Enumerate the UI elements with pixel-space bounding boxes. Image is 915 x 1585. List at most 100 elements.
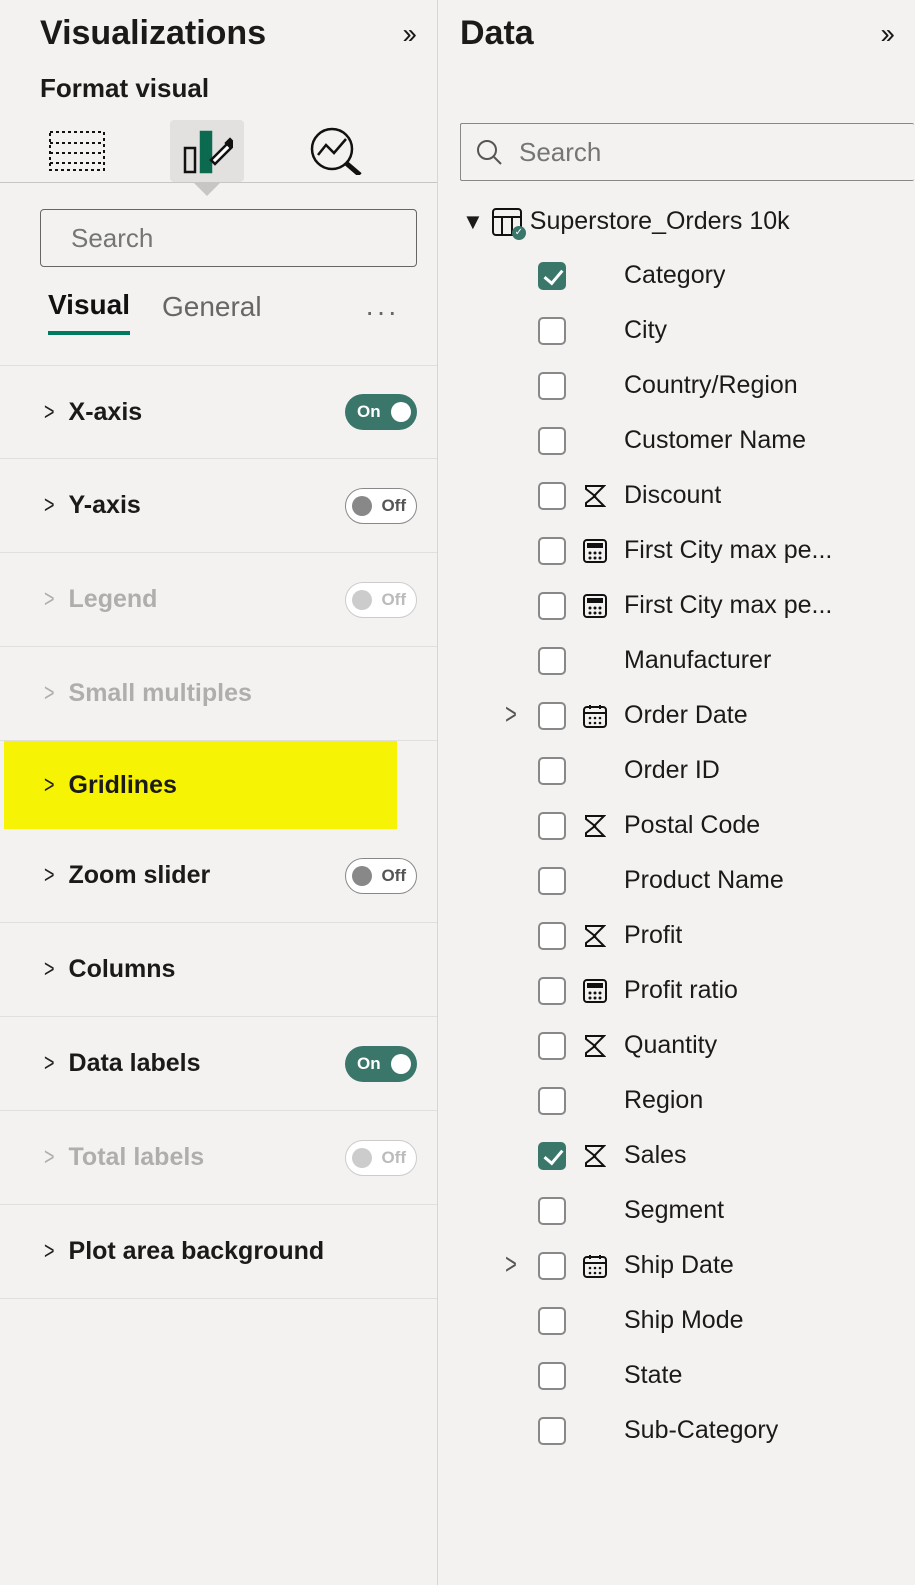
- toggle-switch[interactable]: On: [345, 394, 417, 430]
- field-label: State: [624, 1361, 682, 1390]
- field-checkbox[interactable]: [538, 977, 566, 1005]
- field-checkbox[interactable]: [538, 537, 566, 565]
- setting-label: Legend: [69, 585, 345, 614]
- field-label: Order ID: [624, 756, 720, 785]
- field-checkbox[interactable]: [538, 1197, 566, 1225]
- field-checkbox[interactable]: [538, 757, 566, 785]
- field-checkbox[interactable]: [538, 922, 566, 950]
- more-options-icon[interactable]: ···: [365, 296, 413, 328]
- setting-row[interactable]: >LegendOff: [0, 553, 437, 647]
- table-grid-icon: [49, 131, 105, 171]
- field-row[interactable]: >Profit: [438, 908, 915, 963]
- field-row[interactable]: >Postal Code: [438, 798, 915, 853]
- field-checkbox[interactable]: [538, 482, 566, 510]
- field-checkbox[interactable]: [538, 812, 566, 840]
- chevron-right-icon: >: [44, 585, 55, 614]
- toggle-switch[interactable]: On: [345, 1046, 417, 1082]
- calendar-icon: [580, 702, 610, 730]
- field-row[interactable]: >Ship Mode: [438, 1293, 915, 1348]
- field-row[interactable]: >City: [438, 303, 915, 358]
- format-visual-tab[interactable]: [170, 120, 244, 182]
- setting-label: Plot area background: [69, 1237, 417, 1266]
- field-row[interactable]: >Sub-Category: [438, 1403, 915, 1458]
- viz-title: Visualizations: [40, 14, 266, 53]
- sigma-icon: [580, 1032, 610, 1060]
- collapse-data-icon[interactable]: ››: [880, 18, 891, 50]
- collapse-viz-icon[interactable]: ››: [402, 18, 413, 50]
- field-checkbox[interactable]: [538, 647, 566, 675]
- field-row[interactable]: > Order Date: [438, 688, 915, 743]
- field-checkbox[interactable]: [538, 427, 566, 455]
- field-row[interactable]: >Customer Name: [438, 413, 915, 468]
- format-subtabs: Visual General ···: [0, 287, 437, 335]
- analytics-tab[interactable]: [300, 120, 374, 182]
- data-search-box[interactable]: [460, 123, 914, 181]
- setting-row[interactable]: > Plot area background: [0, 1205, 437, 1299]
- viz-search-input[interactable]: [69, 222, 408, 255]
- field-label: Discount: [624, 481, 721, 510]
- field-checkbox[interactable]: [538, 1307, 566, 1335]
- field-checkbox[interactable]: [538, 592, 566, 620]
- chevron-right-icon: >: [44, 491, 55, 520]
- setting-row[interactable]: >Data labelsOn: [0, 1017, 437, 1111]
- data-title: Data: [460, 14, 534, 53]
- viz-header: Visualizations ››: [0, 0, 437, 61]
- setting-row[interactable]: >Total labelsOff: [0, 1111, 437, 1205]
- viz-search-box[interactable]: [40, 209, 417, 267]
- sigma-icon: [580, 922, 610, 950]
- toggle-switch[interactable]: Off: [345, 858, 417, 894]
- field-checkbox[interactable]: [538, 1087, 566, 1115]
- field-row[interactable]: >First City max pe...: [438, 578, 915, 633]
- field-row[interactable]: >Manufacturer: [438, 633, 915, 688]
- field-checkbox[interactable]: [538, 317, 566, 345]
- data-search-input[interactable]: [517, 136, 900, 169]
- data-pane: Data ›› ▼ ✓ Superstore_Orders 10k >: [438, 0, 915, 1585]
- table-header-row[interactable]: ▼ ✓ Superstore_Orders 10k: [438, 201, 915, 248]
- field-checkbox[interactable]: [538, 867, 566, 895]
- setting-row[interactable]: >Gridlines: [4, 741, 397, 829]
- field-row[interactable]: >Segment: [438, 1183, 915, 1238]
- field-row[interactable]: >Category: [438, 248, 915, 303]
- field-row[interactable]: >Quantity: [438, 1018, 915, 1073]
- field-label: City: [624, 316, 667, 345]
- field-label: Ship Date: [624, 1251, 734, 1280]
- field-row[interactable]: >Discount: [438, 468, 915, 523]
- field-row[interactable]: >Country/Region: [438, 358, 915, 413]
- field-checkbox[interactable]: [538, 1417, 566, 1445]
- setting-row[interactable]: >Zoom sliderOff: [0, 829, 437, 923]
- setting-row[interactable]: >Y-axisOff: [0, 459, 437, 553]
- chevron-right-icon: >: [44, 1237, 55, 1266]
- field-checkbox[interactable]: [538, 1032, 566, 1060]
- chevron-right-icon[interactable]: >: [498, 698, 524, 733]
- subtab-general[interactable]: General: [162, 291, 262, 333]
- field-checkbox[interactable]: [538, 1142, 566, 1170]
- field-checkbox[interactable]: [538, 1362, 566, 1390]
- build-visual-tab[interactable]: [40, 120, 114, 182]
- field-checkbox[interactable]: [538, 1252, 566, 1280]
- setting-label: Zoom slider: [69, 861, 345, 890]
- subtab-visual[interactable]: Visual: [48, 289, 130, 335]
- field-checkbox[interactable]: [538, 262, 566, 290]
- toggle-switch[interactable]: Off: [345, 488, 417, 524]
- field-row[interactable]: >Region: [438, 1073, 915, 1128]
- field-checkbox[interactable]: [538, 702, 566, 730]
- field-row[interactable]: >Product Name: [438, 853, 915, 908]
- field-label: Order Date: [624, 701, 748, 730]
- field-row[interactable]: >State: [438, 1348, 915, 1403]
- sigma-icon: [580, 1142, 610, 1170]
- setting-row[interactable]: >X-axisOn: [0, 365, 437, 459]
- field-label: Postal Code: [624, 811, 760, 840]
- field-row[interactable]: >Sales: [438, 1128, 915, 1183]
- field-row[interactable]: >First City max pe...: [438, 523, 915, 578]
- setting-row[interactable]: >Small multiples: [0, 647, 437, 741]
- chevron-down-icon: ▼: [462, 209, 484, 235]
- field-row[interactable]: >Order ID: [438, 743, 915, 798]
- search-icon: [475, 138, 503, 166]
- analytics-magnifier-icon: [310, 127, 364, 175]
- field-row[interactable]: > Ship Date: [438, 1238, 915, 1293]
- chevron-right-icon[interactable]: >: [498, 1248, 524, 1283]
- setting-row[interactable]: >Columns: [0, 923, 437, 1017]
- table-icon: ✓: [492, 208, 522, 236]
- field-row[interactable]: >Profit ratio: [438, 963, 915, 1018]
- field-checkbox[interactable]: [538, 372, 566, 400]
